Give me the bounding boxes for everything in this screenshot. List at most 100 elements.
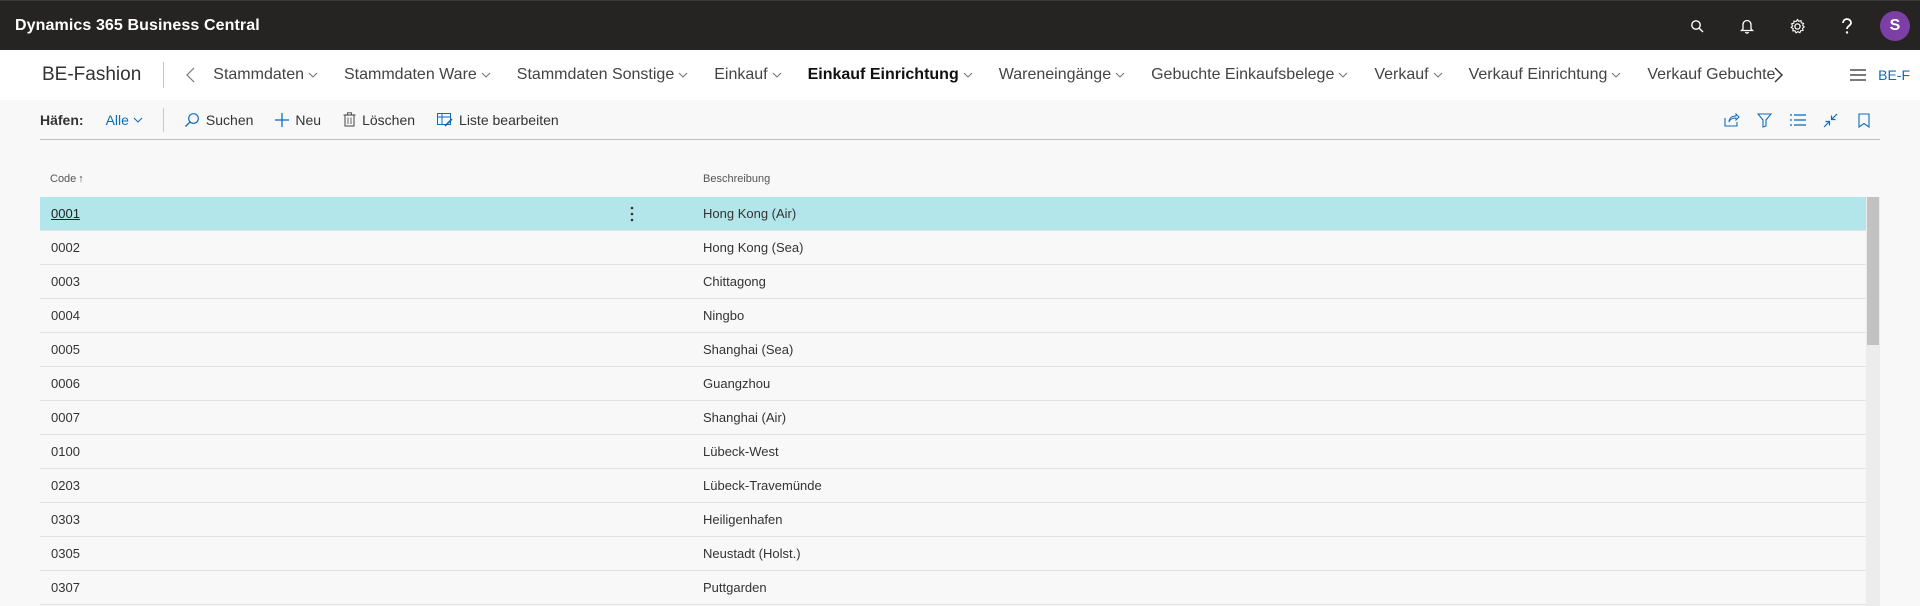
search-button[interactable]: Suchen — [184, 112, 253, 128]
nav-item-label: Verkauf Einrichtung — [1468, 66, 1608, 83]
nav-item-label: Einkauf Einrichtung — [807, 66, 959, 83]
nav-item-einkauf-einrichtung[interactable]: Einkauf Einrichtung — [795, 50, 986, 100]
chevron-down-icon — [1115, 72, 1125, 78]
edit-list-button[interactable]: Liste bearbeiten — [437, 112, 559, 128]
cell-description[interactable]: Hong Kong (Air) — [703, 206, 1866, 221]
cell-code-value: 0307 — [51, 580, 80, 595]
table-row[interactable]: 0305 Neustadt (Holst.) — [40, 537, 1866, 571]
nav-item-stammdaten-sonstige[interactable]: Stammdaten Sonstige — [504, 50, 701, 100]
nav-item-gebuchte-einkaufsbelege[interactable]: Gebuchte Einkaufsbelege — [1138, 50, 1361, 100]
cell-code[interactable]: 0203 — [40, 478, 624, 493]
cell-code[interactable]: 0004 — [40, 308, 624, 323]
table-row[interactable]: 0307 Puttgarden — [40, 571, 1866, 605]
cell-description[interactable]: Heiligenhafen — [703, 512, 1866, 527]
nav-item-label: Wareneingänge — [998, 66, 1112, 83]
nav-item-stammdaten[interactable]: Stammdaten — [200, 50, 331, 100]
chevron-down-icon — [772, 72, 781, 78]
table-row[interactable]: 0005 Shanghai (Sea) — [40, 333, 1866, 367]
cell-description[interactable]: Lübeck-West — [703, 444, 1866, 459]
new-button[interactable]: Neu — [275, 112, 321, 128]
filter-icon[interactable] — [1748, 112, 1781, 128]
cell-code[interactable]: 0005 — [40, 342, 624, 357]
nav-item-verkauf-einrichtung[interactable]: Verkauf Einrichtung — [1456, 50, 1635, 100]
chevron-down-icon — [1433, 72, 1442, 78]
chevron-down-icon — [1338, 72, 1348, 78]
data-grid: Code ↑ Beschreibung 0001 Hong Kong (Air) 0… — [40, 160, 1880, 606]
table-row[interactable]: 0004 Ningbo — [40, 299, 1866, 333]
column-header-description[interactable]: Beschreibung — [703, 173, 770, 185]
trash-icon — [343, 112, 356, 127]
page-content: Häfen: Alle Suchen Neu Löschen Liste bea… — [0, 100, 1920, 606]
table-row[interactable]: 0006 Guangzhou — [40, 367, 1866, 401]
bookmark-icon[interactable] — [1847, 112, 1880, 128]
cell-code[interactable]: 0305 — [40, 546, 624, 561]
company-name[interactable]: BE-Fashion — [42, 62, 165, 88]
table-row[interactable]: 0003 Chittagong — [40, 265, 1866, 299]
nav-scroll-left-icon[interactable] — [180, 50, 200, 100]
share-icon[interactable] — [1715, 113, 1748, 127]
list-view-icon[interactable] — [1781, 114, 1814, 126]
cell-code[interactable]: 0007 — [40, 410, 624, 425]
chevron-down-icon — [133, 117, 143, 123]
cell-description[interactable]: Ningbo — [703, 308, 1866, 323]
nav-item-verkauf[interactable]: Verkauf — [1361, 50, 1455, 100]
cell-description[interactable]: Neustadt (Holst.) — [703, 546, 1866, 561]
cell-description[interactable]: Chittagong — [703, 274, 1866, 289]
cell-code-value: 0005 — [51, 342, 80, 357]
cell-code-value: 0100 — [51, 444, 80, 459]
nav-item-label: Stammdaten Ware — [344, 66, 477, 83]
column-header-code[interactable]: Code ↑ — [40, 173, 703, 185]
collapse-icon[interactable] — [1814, 113, 1847, 128]
nav-item-label: Stammdaten Sonstige — [516, 66, 675, 83]
plus-icon — [275, 112, 290, 127]
cell-code[interactable]: 0001 — [40, 206, 624, 221]
chevron-down-icon — [308, 72, 318, 78]
cell-code[interactable]: 0002 — [40, 240, 624, 255]
nav-item-einkauf[interactable]: Einkauf — [701, 50, 794, 100]
cell-code[interactable]: 0303 — [40, 512, 624, 527]
chevron-down-icon — [963, 72, 973, 78]
help-icon[interactable] — [1822, 1, 1872, 51]
delete-button[interactable]: Löschen — [343, 112, 415, 128]
table-row[interactable]: 0002 Hong Kong (Sea) — [40, 231, 1866, 265]
column-header-description-label: Beschreibung — [703, 172, 771, 185]
column-header-code-label: Code — [50, 172, 77, 185]
nav-item-label: Verkauf Gebuchte — [1647, 66, 1776, 83]
search-icon[interactable] — [1672, 1, 1722, 51]
cell-code-value[interactable]: 0001 — [51, 206, 80, 221]
avatar[interactable]: S — [1880, 11, 1910, 41]
table-row[interactable]: 0100 Lübeck-West — [40, 435, 1866, 469]
app-title[interactable]: Dynamics 365 Business Central — [15, 17, 260, 35]
role-center-link[interactable]: BE-F — [1878, 67, 1910, 83]
table-row[interactable]: 0001 Hong Kong (Air) — [40, 197, 1866, 231]
nav-item-stammdaten-ware[interactable]: Stammdaten Ware — [331, 50, 504, 100]
hamburger-menu-icon[interactable] — [1838, 69, 1878, 81]
nav-item-verkauf-gebuchte[interactable]: Verkauf Gebuchte — [1634, 50, 1780, 100]
cell-code[interactable]: 0006 — [40, 376, 624, 391]
scrollbar-thumb[interactable] — [1867, 197, 1879, 345]
vertical-scrollbar[interactable] — [1866, 197, 1880, 606]
delete-button-label: Löschen — [362, 111, 416, 128]
nav-item-label: Gebuchte Einkaufsbelege — [1151, 66, 1335, 83]
cell-description[interactable]: Guangzhou — [703, 376, 1866, 391]
cell-description[interactable]: Shanghai (Air) — [703, 410, 1866, 425]
table-row[interactable]: 0303 Heiligenhafen — [40, 503, 1866, 537]
new-button-label: Neu — [295, 111, 322, 128]
table-row[interactable]: 0203 Lübeck-Travemünde — [40, 469, 1866, 503]
cell-code-value: 0007 — [51, 410, 80, 425]
view-filter-dropdown[interactable]: Alle — [106, 112, 143, 128]
bell-icon[interactable] — [1722, 1, 1772, 51]
cell-description[interactable]: Shanghai (Sea) — [703, 342, 1866, 357]
cell-description[interactable]: Puttgarden — [703, 580, 1866, 595]
cell-description[interactable]: Lübeck-Travemünde — [703, 478, 1866, 493]
cell-code[interactable]: 0307 — [40, 580, 624, 595]
nav-scroll-right-icon[interactable] — [1768, 50, 1788, 100]
gear-icon[interactable] — [1772, 1, 1822, 51]
cell-code[interactable]: 0003 — [40, 274, 624, 289]
cell-description[interactable]: Hong Kong (Sea) — [703, 240, 1866, 255]
nav-item-wareneingänge[interactable]: Wareneingänge — [986, 50, 1138, 100]
row-actions-icon[interactable] — [624, 206, 703, 222]
action-bar: Häfen: Alle Suchen Neu Löschen Liste bea… — [40, 100, 1880, 140]
table-row[interactable]: 0007 Shanghai (Air) — [40, 401, 1866, 435]
cell-code[interactable]: 0100 — [40, 444, 624, 459]
